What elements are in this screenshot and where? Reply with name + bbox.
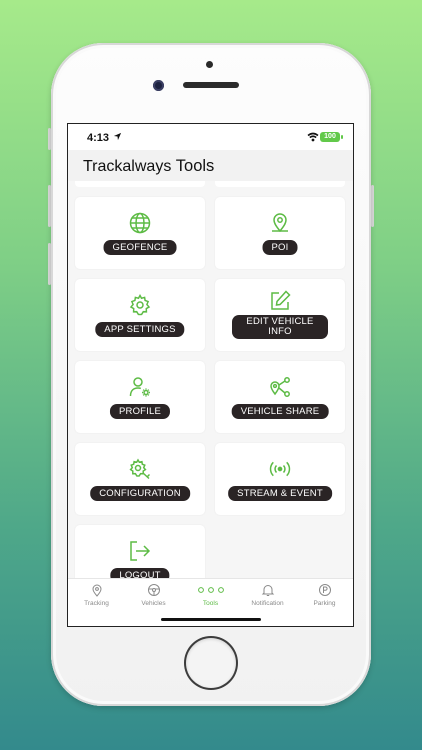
tile-label: GEOFENCE (103, 240, 177, 255)
scrolled-tile-edge (215, 181, 345, 187)
bell-icon (261, 585, 274, 596)
parking-icon (318, 584, 331, 596)
navigation-bar: Trackalways Tools (68, 150, 353, 181)
location-arrow-icon (113, 132, 122, 141)
status-time: 4:13 (87, 132, 110, 144)
dots-icon (197, 587, 224, 593)
config-gear-icon (129, 458, 151, 480)
tools-grid: GEOFENCE POI APP SETTINGS EDIT VEHICLE I… (68, 181, 353, 578)
globe-icon (129, 212, 151, 234)
map-pin-icon (272, 213, 288, 233)
tile-configuration[interactable]: CONFIGURATION (75, 443, 205, 515)
earpiece-speaker (183, 82, 239, 88)
phone-power-button (371, 185, 374, 227)
tile-edit-vehicle-info[interactable]: EDIT VEHICLE INFO (215, 279, 345, 351)
tab-label: Vehicles (141, 600, 166, 607)
status-bar: 4:13 100 (68, 124, 353, 150)
battery-level: 100 (324, 133, 336, 140)
location-pin-icon (91, 584, 102, 597)
tile-label: EDIT VEHICLE INFO (232, 315, 328, 339)
tile-label: POI (262, 240, 298, 255)
tile-app-settings[interactable]: APP SETTINGS (75, 279, 205, 351)
home-indicator[interactable] (161, 618, 261, 621)
tab-bar: Tracking Vehicles Tools Notification Par… (68, 578, 353, 626)
tab-tools[interactable]: Tools (182, 583, 239, 623)
tile-poi[interactable]: POI (215, 197, 345, 269)
tile-label: LOGOUT (110, 568, 170, 578)
tab-notification[interactable]: Notification (239, 583, 296, 623)
app-screen: 4:13 100 Trackalways Tools GEOFENCE POI … (68, 124, 353, 626)
tab-vehicles[interactable]: Vehicles (125, 583, 182, 623)
tile-label: VEHICLE SHARE (231, 404, 329, 419)
tab-label: Notification (251, 600, 284, 607)
tab-parking[interactable]: Parking (296, 583, 353, 623)
edit-icon (271, 290, 291, 310)
tile-logout[interactable]: LOGOUT (75, 525, 205, 578)
home-button[interactable] (186, 638, 236, 688)
tile-label: APP SETTINGS (95, 322, 185, 337)
section-name: Tools (175, 157, 215, 175)
tab-tracking[interactable]: Tracking (68, 583, 125, 623)
tile-label: PROFILE (109, 404, 171, 419)
battery-indicator: 100 (320, 132, 340, 142)
app-name: Trackalways (83, 158, 172, 175)
proximity-sensor (206, 61, 213, 68)
tab-label: Tools (202, 600, 219, 607)
location-share-icon (270, 377, 290, 397)
tile-geofence[interactable]: GEOFENCE (75, 197, 205, 269)
tile-vehicle-share[interactable]: VEHICLE SHARE (215, 361, 345, 433)
page-title: Trackalways Tools (83, 157, 214, 176)
tile-label: STREAM & EVENT (228, 486, 332, 501)
gear-icon (129, 293, 151, 316)
wifi-icon (307, 132, 319, 142)
tab-label: Parking (313, 600, 336, 607)
steering-wheel-icon (147, 584, 160, 596)
battery-tip (341, 135, 343, 139)
logout-icon (130, 541, 151, 561)
tile-label-text: EDIT VEHICLE INFO (246, 316, 314, 337)
scrolled-tile-edge (75, 181, 205, 187)
front-camera (153, 80, 164, 91)
user-settings-icon (129, 377, 150, 397)
tile-profile[interactable]: PROFILE (75, 361, 205, 433)
tab-label: Tracking (84, 600, 109, 607)
tile-stream-event[interactable]: STREAM & EVENT (215, 443, 345, 515)
broadcast-icon (269, 461, 291, 477)
tile-label: CONFIGURATION (90, 486, 190, 501)
